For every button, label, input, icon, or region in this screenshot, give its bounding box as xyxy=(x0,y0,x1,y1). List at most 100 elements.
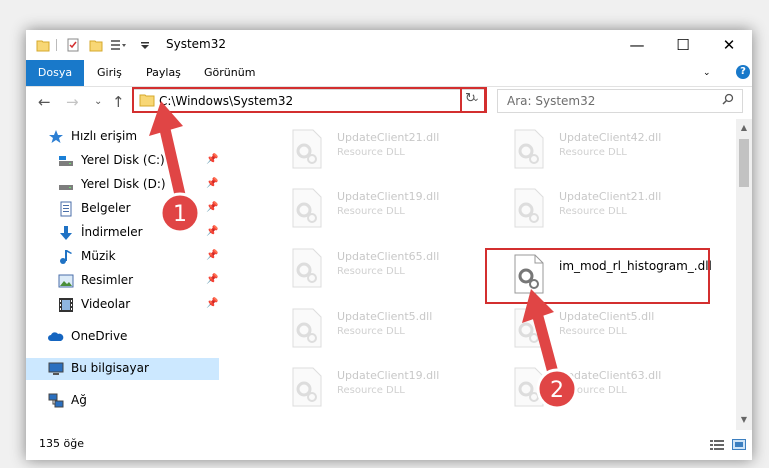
status-bar: 135 öğe xyxy=(26,430,752,460)
maximize-button[interactable]: ☐ xyxy=(660,30,706,60)
properties-icon[interactable] xyxy=(66,38,80,52)
sidebar-item-quick-access[interactable]: Hızlı erişim xyxy=(26,126,219,148)
tab-view[interactable]: Görünüm xyxy=(204,60,255,86)
file-item[interactable]: UpdateClient63.dll Resource DLL xyxy=(512,365,732,415)
navigation-bar: ← → ⌄ ↑ C:\Windows\System32 ⌄ ↻ Ara: Sys… xyxy=(26,87,752,119)
close-button[interactable]: ✕ xyxy=(706,30,752,60)
up-arrow-icon[interactable]: ↑ xyxy=(112,93,125,111)
scroll-thumb[interactable] xyxy=(739,139,749,187)
file-name: UpdateClient21.dll xyxy=(559,190,662,203)
address-highlight xyxy=(132,87,486,113)
tab-share[interactable]: Paylaş xyxy=(146,60,181,86)
pin-icon[interactable]: 📌 xyxy=(206,250,218,261)
sidebar-item-label: OneDrive xyxy=(71,329,128,343)
file-item[interactable]: UpdateClient65.dll Resource DLL xyxy=(290,246,510,296)
tab-home[interactable]: Giriş xyxy=(97,60,122,86)
file-item[interactable]: UpdateClient19.dll Resource DLL xyxy=(290,365,510,415)
recent-locations-icon[interactable]: ⌄ xyxy=(94,96,102,107)
tab-file[interactable]: Dosya xyxy=(26,60,84,86)
sidebar-item-label: Müzik xyxy=(81,249,116,263)
dll-file-icon xyxy=(514,308,544,348)
scroll-down-icon[interactable]: ▼ xyxy=(736,415,752,424)
sidebar-item-documents[interactable]: Belgeler 📌 xyxy=(26,198,219,220)
drive-icon xyxy=(59,156,73,166)
sidebar-item-label: Yerel Disk (C:) xyxy=(81,153,165,167)
sidebar-item-downloads[interactable]: İndirmeler 📌 xyxy=(26,222,219,244)
window-title: System32 xyxy=(166,37,227,51)
file-name: UpdateClient19.dll xyxy=(337,190,440,203)
pin-icon[interactable]: 📌 xyxy=(206,202,218,213)
sidebar-item-pictures[interactable]: Resimler 📌 xyxy=(26,270,219,292)
ribbon-tabs: Dosya Giriş Paylaş Görünüm ⌄ ? xyxy=(26,60,752,87)
large-icons-view-icon[interactable] xyxy=(732,439,746,450)
file-description: Resource DLL xyxy=(559,326,627,337)
pin-icon[interactable]: 📌 xyxy=(206,178,218,189)
star-icon xyxy=(49,130,63,143)
videos-icon xyxy=(59,298,73,312)
file-name: UpdateClient42.dll xyxy=(559,131,662,144)
file-item[interactable]: UpdateClient19.dll Resource DLL xyxy=(290,186,510,236)
file-item[interactable]: UpdateClient5.dll Resource DLL xyxy=(290,306,510,356)
toolbar-separator xyxy=(56,39,57,51)
scroll-up-icon[interactable]: ▲ xyxy=(736,123,752,132)
file-name: UpdateClient63.dll xyxy=(559,369,662,382)
dll-file-icon xyxy=(514,129,544,169)
help-button[interactable]: ? xyxy=(736,65,750,79)
pin-icon[interactable]: 📌 xyxy=(206,274,218,285)
title-bar: System32 — ☐ ✕ xyxy=(26,30,752,60)
sidebar-item-onedrive[interactable]: OneDrive xyxy=(26,326,219,348)
explorer-window: System32 — ☐ ✕ Dosya Giriş Paylaş Görünü… xyxy=(26,30,752,460)
search-box[interactable]: Ara: System32 xyxy=(497,89,743,113)
vertical-scrollbar[interactable]: ▲ ▼ xyxy=(736,119,752,430)
file-item[interactable]: UpdateClient42.dll Resource DLL xyxy=(512,127,732,177)
pin-icon[interactable]: 📌 xyxy=(206,226,218,237)
computer-icon xyxy=(48,362,64,375)
pin-icon[interactable]: 📌 xyxy=(206,298,218,309)
minimize-button[interactable]: — xyxy=(614,30,660,60)
dll-file-icon xyxy=(292,129,322,169)
navigation-pane: Hızlı erişim Yerel Disk (C:) 📌 Yerel Dis… xyxy=(26,119,219,419)
details-view-icon[interactable] xyxy=(710,439,724,450)
drive-icon xyxy=(59,185,73,190)
forward-arrow-icon[interactable]: → xyxy=(66,93,79,111)
file-name: UpdateClient19.dll xyxy=(337,369,440,382)
dll-file-icon xyxy=(292,308,322,348)
new-folder-icon[interactable] xyxy=(89,38,103,52)
music-icon xyxy=(60,250,72,264)
file-item[interactable]: UpdateClient21.dll Resource DLL xyxy=(290,127,510,177)
pin-icon[interactable]: 📌 xyxy=(206,154,218,165)
file-item[interactable]: UpdateClient21.dll Resource DLL xyxy=(512,186,732,236)
file-description: Resource DLL xyxy=(559,147,627,158)
chevron-down-icon[interactable] xyxy=(140,38,150,52)
sidebar-item-label: Bu bilgisayar xyxy=(71,361,149,375)
customize-toolbar-icon[interactable] xyxy=(110,38,126,52)
search-input[interactable]: Ara: System32 xyxy=(507,94,595,108)
sidebar-item-disk-c[interactable]: Yerel Disk (C:) 📌 xyxy=(26,150,219,172)
folder-icon[interactable] xyxy=(36,38,50,52)
cloud-icon xyxy=(48,332,64,341)
sidebar-item-music[interactable]: Müzik 📌 xyxy=(26,246,219,268)
sidebar-item-label: Ağ xyxy=(71,393,87,407)
sidebar-item-disk-d[interactable]: Yerel Disk (D:) 📌 xyxy=(26,174,219,196)
dll-file-icon xyxy=(514,367,544,407)
documents-icon xyxy=(60,201,72,217)
sidebar-item-videos[interactable]: Videolar 📌 xyxy=(26,294,219,316)
sidebar-item-this-pc[interactable]: Bu bilgisayar xyxy=(26,358,219,380)
file-description: Resource DLL xyxy=(337,147,405,158)
search-icon[interactable] xyxy=(722,93,734,105)
expand-ribbon-icon[interactable]: ⌄ xyxy=(703,68,711,78)
file-item[interactable]: UpdateClient5.dll Resource DLL xyxy=(512,306,732,356)
back-arrow-icon[interactable]: ← xyxy=(38,93,51,111)
file-description: Resource DLL xyxy=(337,206,405,217)
sidebar-item-label: Belgeler xyxy=(81,201,131,215)
network-icon xyxy=(48,393,64,408)
file-description: Resource DLL xyxy=(337,326,405,337)
sidebar-item-network[interactable]: Ağ xyxy=(26,390,219,412)
dll-file-icon xyxy=(292,188,322,228)
sidebar-item-label: Hızlı erişim xyxy=(71,129,138,143)
pictures-icon xyxy=(58,274,74,288)
file-name: UpdateClient65.dll xyxy=(337,250,440,263)
refresh-highlight xyxy=(460,87,487,113)
file-highlight xyxy=(485,248,710,304)
file-description: Resource DLL xyxy=(337,266,405,277)
